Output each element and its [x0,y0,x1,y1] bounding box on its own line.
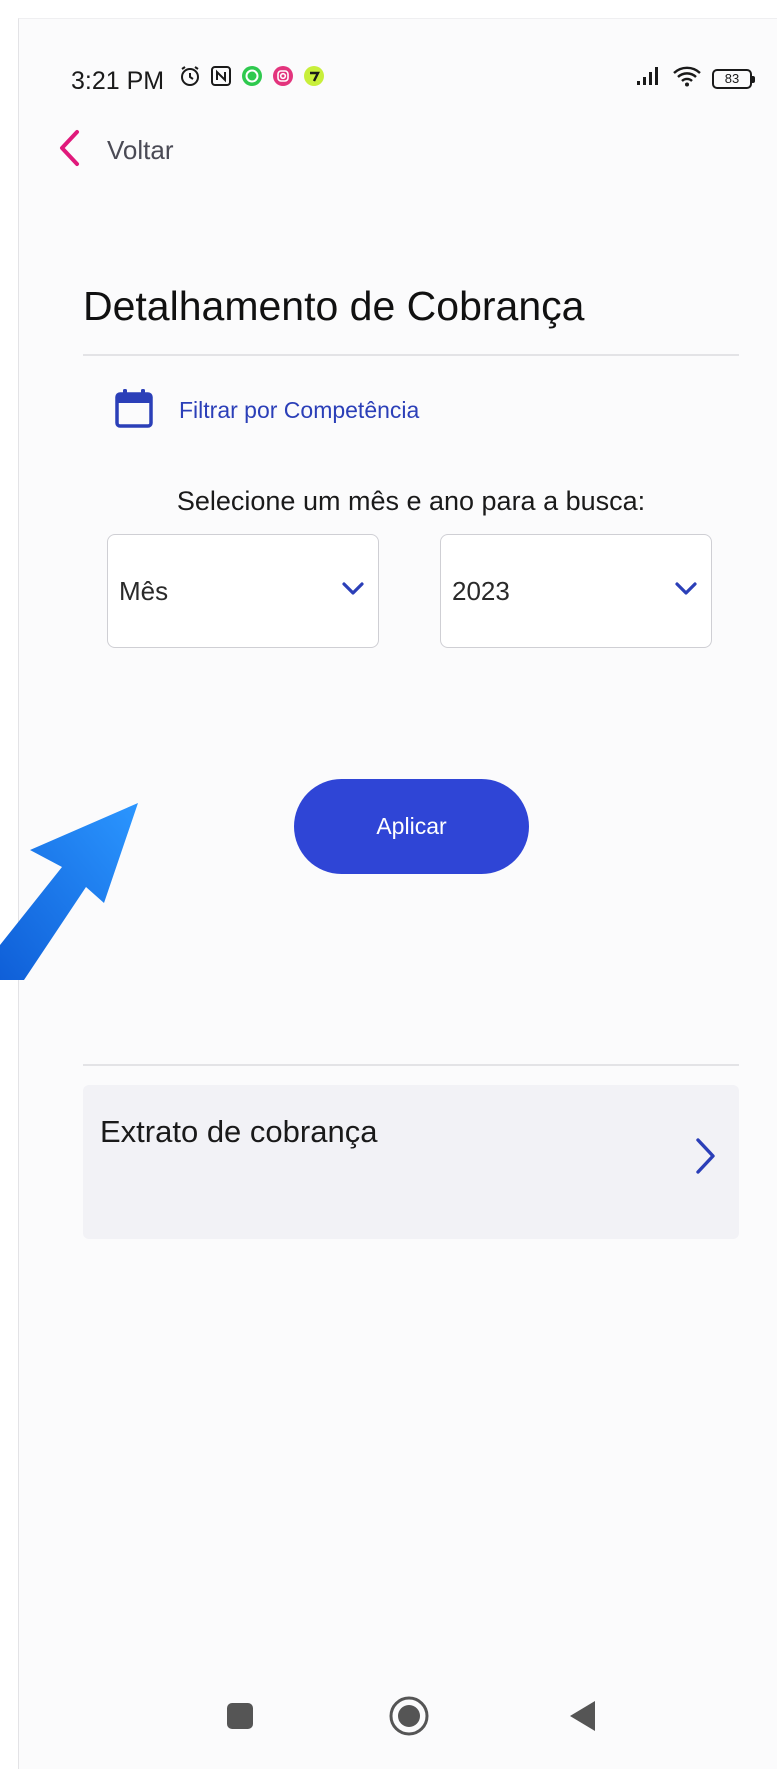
page-title: Detalhamento de Cobrança [83,283,585,329]
back-button[interactable]: Voltar [57,127,174,173]
alarm-icon [179,65,201,87]
system-back-button[interactable] [558,1691,608,1741]
notification-icons [179,65,325,87]
calendar-icon [115,388,153,433]
status-time: 3:21 PM [71,67,165,95]
nfc-icon [210,65,232,87]
back-label: Voltar [107,134,174,165]
system-navigation-bar [19,1649,777,1769]
home-button[interactable] [384,1691,434,1741]
system-icons: 83 [636,65,755,92]
apply-button[interactable]: Aplicar [294,779,529,874]
year-select-value: 2023 [452,575,510,606]
chevron-down-icon [342,581,364,601]
wifi-icon [672,65,702,92]
chevron-right-icon [695,1137,717,1180]
filter-instruction: Selecione um mês e ano para a busca: [176,486,646,516]
filter-by-period[interactable]: Filtrar por Competência [115,388,419,433]
month-select[interactable]: Mês [107,534,379,648]
signal-icon [636,66,662,91]
battery-icon: 83 [712,68,755,89]
status-bar: 3:21 PM 83 [19,19,777,119]
billing-statement-label: Extrato de cobrança [100,1114,378,1149]
chevron-down-icon [675,581,697,601]
filter-label: Filtrar por Competência [179,397,420,423]
divider [83,354,739,356]
app-icon [303,65,325,87]
phone-screen: 3:21 PM 83 Voltar Detalhamento de Cobran… [18,18,777,1769]
whatsapp-icon [241,65,263,87]
recents-button[interactable] [215,1691,265,1741]
billing-statement-item[interactable]: Extrato de cobrança [83,1085,739,1239]
year-select[interactable]: 2023 [440,534,712,648]
instagram-icon [272,65,294,87]
chevron-left-icon [57,129,81,172]
month-select-value: Mês [119,575,169,606]
divider [83,1064,739,1066]
